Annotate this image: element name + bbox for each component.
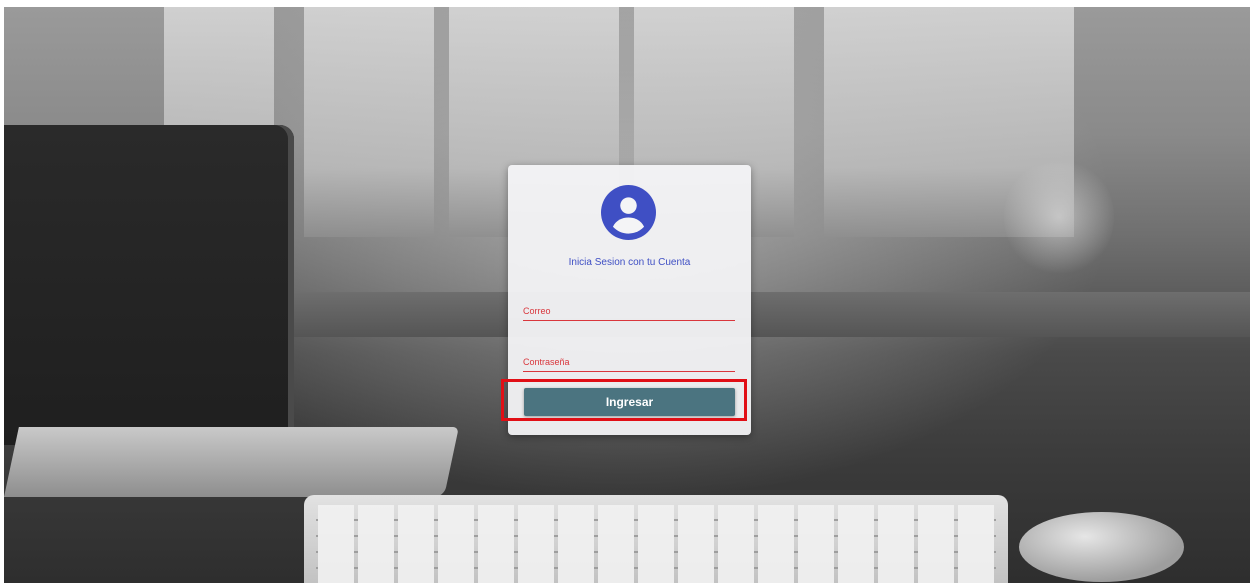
email-field[interactable]: Correo (523, 306, 735, 321)
keyboard (304, 495, 1008, 583)
keyboard-keys (316, 505, 996, 583)
account-circle-icon (601, 185, 656, 240)
password-field[interactable]: Contraseña (523, 357, 735, 372)
laptop-base (4, 427, 459, 497)
login-subtitle: Inicia Sesion con tu Cuenta (568, 257, 691, 268)
password-label: Contraseña (523, 357, 570, 367)
laptop-screen (4, 125, 294, 445)
glass-decoration (1004, 157, 1114, 277)
login-page: Inicia Sesion con tu Cuenta Correo Contr… (0, 0, 1254, 585)
email-label: Correo (523, 306, 551, 316)
login-card: Inicia Sesion con tu Cuenta Correo Contr… (508, 165, 751, 435)
mouse (1019, 512, 1184, 582)
login-button[interactable]: Ingresar (524, 388, 735, 416)
window-pane (304, 7, 434, 237)
